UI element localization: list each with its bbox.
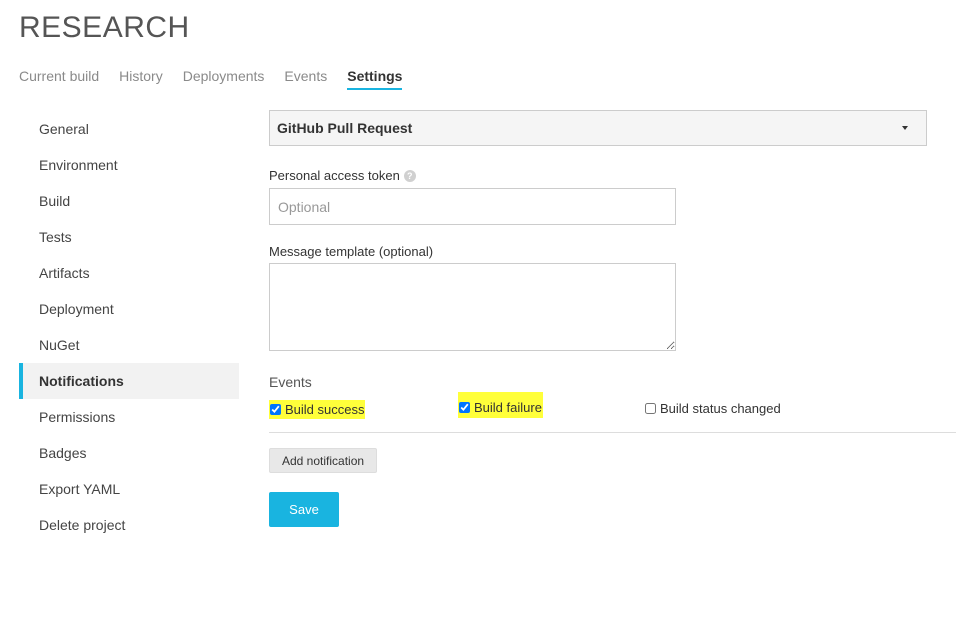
build-success-label: Build success [285,402,365,417]
events-title: Events [269,374,312,390]
sidebar-item-export-yaml[interactable]: Export YAML [19,471,239,507]
sidebar-item-tests[interactable]: Tests [19,219,239,255]
build-failure-checkbox[interactable] [459,402,470,413]
tab-settings[interactable]: Settings [347,68,403,90]
save-button[interactable]: Save [269,492,339,527]
settings-sidebar: General Environment Build Tests Artifact… [19,111,239,543]
provider-dropdown[interactable]: GitHub Pull Request [269,110,927,146]
sidebar-item-environment[interactable]: Environment [19,147,239,183]
event-option-build-failure: Build failure [458,392,543,418]
build-failure-label: Build failure [474,400,542,415]
message-template-label: Message template (optional) [269,244,434,259]
tab-history[interactable]: History [119,68,163,90]
sidebar-item-badges[interactable]: Badges [19,435,239,471]
notification-form: GitHub Pull Request Personal access toke… [269,110,956,390]
chevron-down-icon [902,126,908,130]
top-tabs: Current build History Deployments Events… [19,68,422,90]
build-success-checkbox[interactable] [270,404,281,415]
event-option-build-status-changed: Build status changed [645,401,781,416]
sidebar-item-artifacts[interactable]: Artifacts [19,255,239,291]
sidebar-item-notifications[interactable]: Notifications [19,363,239,399]
tab-deployments[interactable]: Deployments [183,68,265,90]
sidebar-item-build[interactable]: Build [19,183,239,219]
divider [269,432,956,433]
token-input[interactable] [269,188,676,225]
question-icon[interactable]: ? [403,169,416,182]
token-label-row: Personal access token ? [269,168,416,183]
build-status-changed-checkbox[interactable] [645,403,656,414]
token-label: Personal access token [269,168,400,183]
sidebar-item-delete-project[interactable]: Delete project [19,507,239,543]
add-notification-button[interactable]: Add notification [269,448,378,473]
page-title: RESEARCH [19,11,190,44]
highlight-mark: Build success [269,400,366,419]
tab-events[interactable]: Events [284,68,327,90]
sidebar-item-deployment[interactable]: Deployment [19,291,239,327]
provider-selected-value: GitHub Pull Request [277,120,413,136]
highlight-mark: Build failure [458,392,543,418]
build-status-changed-label: Build status changed [660,401,781,416]
tab-current-build[interactable]: Current build [19,68,99,90]
sidebar-item-permissions[interactable]: Permissions [19,399,239,435]
sidebar-item-general[interactable]: General [19,111,239,147]
event-option-build-success: Build success [269,400,366,419]
message-template-textarea[interactable] [269,263,676,351]
sidebar-item-nuget[interactable]: NuGet [19,327,239,363]
